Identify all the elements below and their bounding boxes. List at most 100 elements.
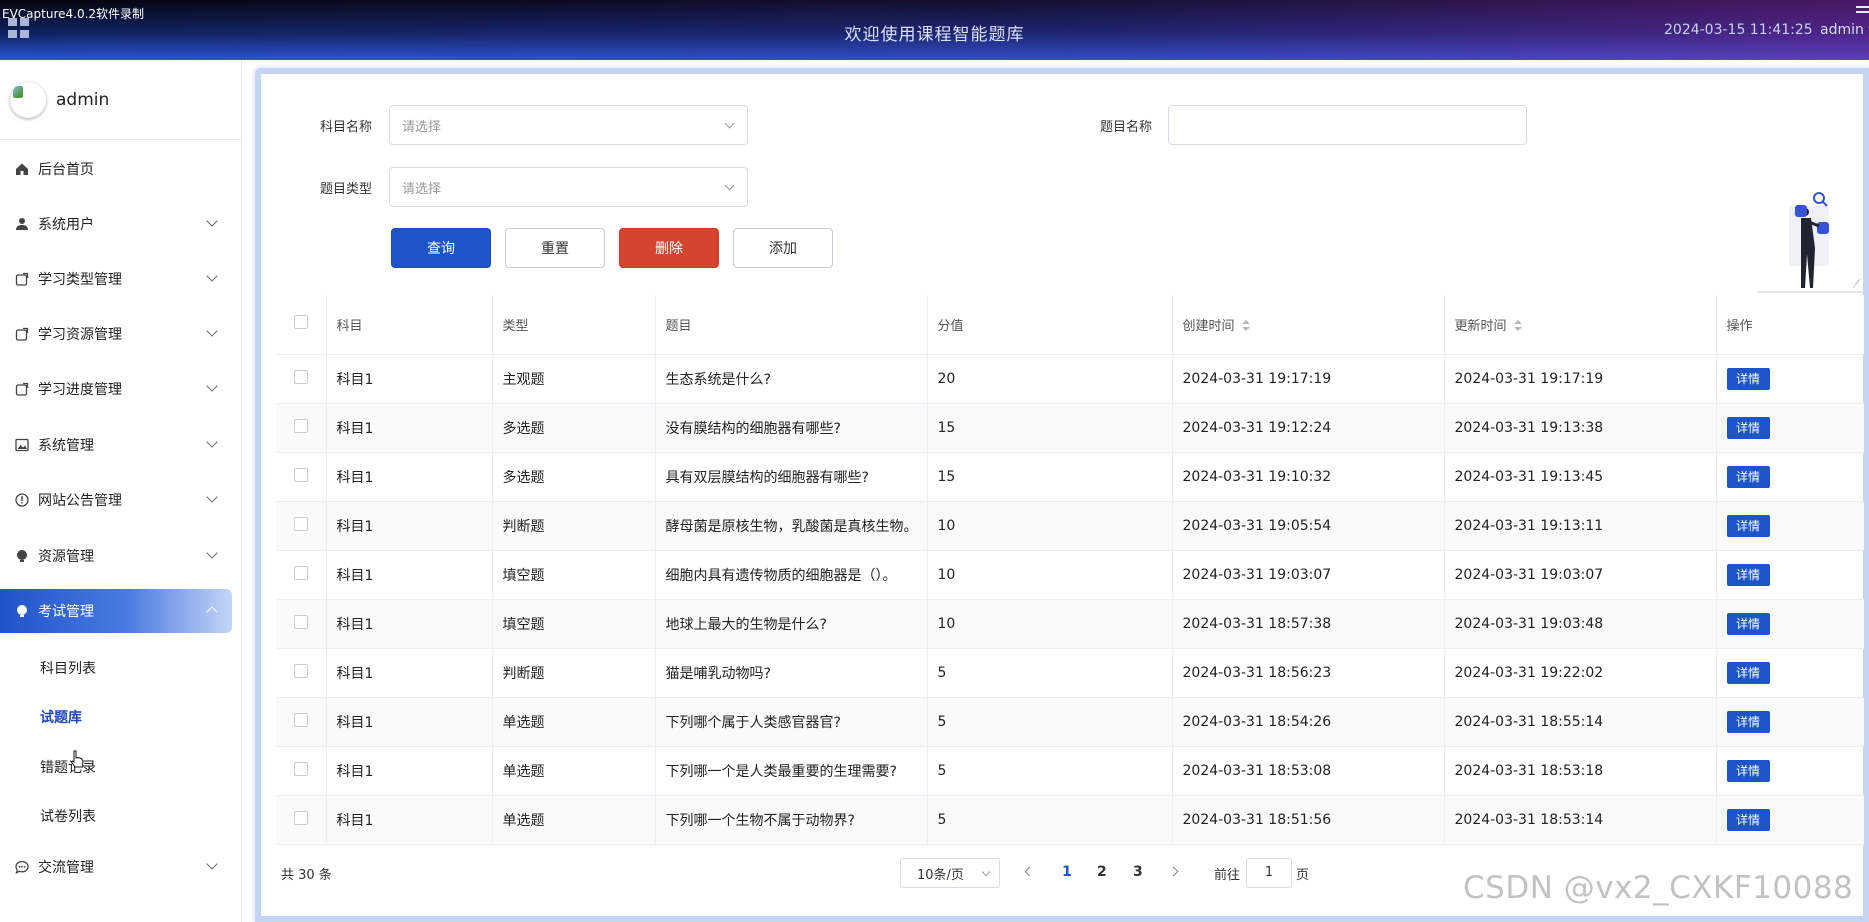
sidebar-item-learning-progress[interactable]: 学习进度管理 [0,367,232,411]
detail-button[interactable]: 详情 [1726,710,1770,733]
sidebar-item-learning-resource[interactable]: 学习资源管理 [0,312,232,356]
type-select-placeholder: 请选择 [402,181,442,197]
cell-question: 细胞内具有遗传物质的细胞器是（）。 [655,550,928,600]
watermark: CSDN @vx2_CXKF10088 [1463,870,1854,906]
cell-subject: 科目1 [326,403,493,453]
page-number-3[interactable]: 3 [1133,864,1143,880]
subject-select[interactable]: 请选择 [389,105,748,145]
row-checkbox[interactable] [293,565,308,580]
hamburger-icon[interactable] [1856,6,1869,18]
detail-button[interactable]: 详情 [1726,465,1770,488]
cell-type: 主观题 [492,354,656,404]
cell-subject: 科目1 [326,599,493,649]
select-all-checkbox[interactable] [293,315,308,330]
sidebar-item-announcement[interactable]: 网站公告管理 [0,478,232,522]
sidebar-username: admin [56,89,110,110]
query-button[interactable]: 查询 [391,228,491,268]
submenu-wrong-records[interactable]: 错题记录 [40,757,96,777]
detail-button[interactable]: 详情 [1726,514,1770,537]
cell-type: 判断题 [492,501,656,551]
row-checkbox-cell[interactable] [276,501,327,551]
column-header-created[interactable]: 创建时间 [1172,295,1445,355]
select-all-checkbox-cell[interactable] [276,295,327,355]
row-checkbox-cell[interactable] [276,599,327,649]
submenu-subject-list[interactable]: 科目列表 [40,658,96,678]
avatar [10,81,46,118]
cell-score: 5 [927,697,1173,747]
table-row: 科目1 单选题 下列哪个属于人类感官器官? 5 2024-03-31 18:54:26 2… [276,697,1864,747]
reset-button[interactable]: 重置 [505,228,605,268]
detail-button[interactable]: 详情 [1726,612,1770,635]
page-number-1[interactable]: 1 [1062,864,1072,880]
row-checkbox[interactable] [293,516,308,531]
cell-score: 10 [927,501,1173,551]
row-checkbox[interactable] [293,663,308,678]
goto-page-input[interactable]: 1 [1246,858,1292,888]
row-checkbox-cell[interactable] [276,648,327,698]
submenu-question-bank[interactable]: 试题库 [40,707,82,727]
column-header-question: 题目 [655,295,928,355]
cell-updated: 2024-03-31 18:53:14 [1444,795,1717,845]
column-header-updated[interactable]: 更新时间 [1444,295,1717,355]
question-name-input[interactable] [1168,105,1527,145]
sidebar-item-label: 网站公告管理 [38,493,122,509]
sidebar-item-resource-manage[interactable]: 资源管理 [0,534,232,578]
row-checkbox[interactable] [293,810,308,825]
sidebar-item-system-manage[interactable]: 系统管理 [0,423,232,467]
row-checkbox-cell[interactable] [276,746,327,796]
delete-button[interactable]: 删除 [619,228,719,268]
cell-updated: 2024-03-31 19:22:02 [1444,648,1717,698]
cell-score: 5 [927,795,1173,845]
add-button[interactable]: 添加 [733,228,833,268]
row-checkbox[interactable] [293,614,308,629]
cell-created: 2024-03-31 19:17:19 [1172,354,1445,404]
row-checkbox[interactable] [293,369,308,384]
column-header-action: 操作 [1716,295,1864,355]
detail-button[interactable]: 详情 [1726,367,1770,390]
sidebar-item-system-users[interactable]: 系统用户 [0,202,232,246]
subject-filter-label: 科目名称 [320,120,373,135]
type-select[interactable]: 请选择 [389,167,748,207]
sidebar-item-home[interactable]: 后台首页 [0,147,232,191]
detail-button[interactable]: 详情 [1726,759,1770,782]
sidebar-item-learning-type[interactable]: 学习类型管理 [0,257,232,301]
detail-button[interactable]: 详情 [1726,563,1770,586]
row-checkbox[interactable] [293,467,308,482]
cell-action: 详情 [1716,550,1864,600]
cell-question: 猫是哺乳动物吗? [655,648,928,698]
sidebar-item-label: 后台首页 [38,162,94,178]
page-size-select[interactable]: 10条/页 [900,858,1000,888]
row-checkbox-cell[interactable] [276,697,327,747]
sidebar-item-communication[interactable]: 交流管理 [0,845,232,889]
submenu-exam-paper-list[interactable]: 试卷列表 [40,806,96,826]
cell-type: 单选题 [492,697,656,747]
sidebar-item-exam-manage[interactable]: 考试管理 [0,589,232,633]
row-checkbox[interactable] [293,418,308,433]
chevron-down-icon [206,325,218,337]
question-filter-label: 题目名称 [1100,120,1153,135]
detail-button[interactable]: 详情 [1726,661,1770,684]
table-row: 科目1 多选题 具有双层膜结构的细胞器有哪些? 15 2024-03-31 19:10:… [276,452,1864,502]
detail-button[interactable]: 详情 [1726,808,1770,831]
row-checkbox-cell[interactable] [276,795,327,845]
cell-subject: 科目1 [326,354,493,404]
cell-score: 15 [927,452,1173,502]
cell-type: 多选题 [492,403,656,453]
row-checkbox-cell[interactable] [276,550,327,600]
cell-action: 详情 [1716,599,1864,649]
row-checkbox-cell[interactable] [276,403,327,453]
sort-icon[interactable] [1513,320,1522,332]
row-checkbox[interactable] [293,761,308,776]
box-icon [14,272,29,287]
chevron-down-icon [724,180,735,191]
row-checkbox[interactable] [293,712,308,727]
sidebar: admin 后台首页 系统用户 学习类型管理 学习资源管理 学习进度管理 系统管… [0,60,242,922]
hand-cursor-icon [70,750,84,770]
row-checkbox-cell[interactable] [276,354,327,404]
page-number-2[interactable]: 2 [1097,864,1107,880]
cell-action: 详情 [1716,795,1864,845]
sort-icon[interactable] [1241,320,1250,332]
row-checkbox-cell[interactable] [276,452,327,502]
detail-button[interactable]: 详情 [1726,416,1770,439]
header-user-menu[interactable]: admin ▾ [1820,22,1869,38]
